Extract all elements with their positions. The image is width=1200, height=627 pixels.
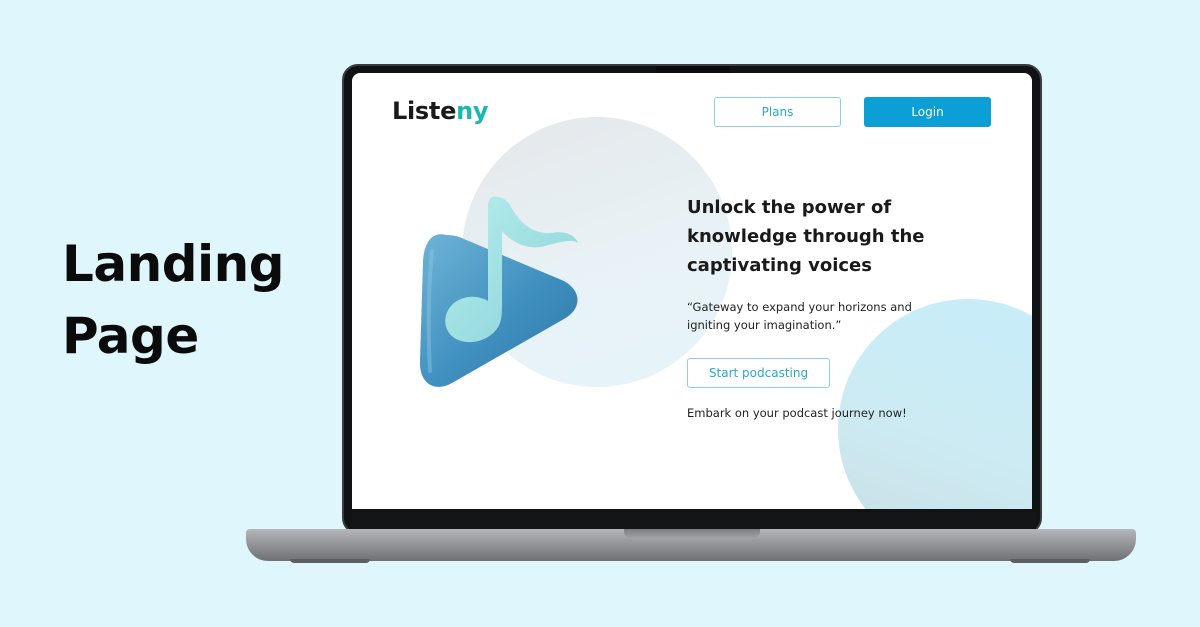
caption-line-1: Landing bbox=[62, 235, 285, 293]
start-podcasting-button[interactable]: Start podcasting bbox=[687, 358, 830, 388]
caption-line-2: Page bbox=[62, 307, 199, 365]
laptop-opening-groove bbox=[624, 529, 760, 539]
logo-text-main: Liste bbox=[392, 97, 457, 125]
play-music-note-icon bbox=[419, 196, 578, 387]
landing-page-caption: Landing Page bbox=[62, 228, 322, 372]
cta-note: Embark on your podcast journey now! bbox=[687, 406, 907, 420]
plans-button[interactable]: Plans bbox=[714, 97, 841, 127]
laptop-chin bbox=[352, 512, 1036, 530]
laptop-base bbox=[246, 529, 1136, 561]
login-button[interactable]: Login bbox=[864, 97, 991, 127]
hero-heading: Unlock the power of knowledge through th… bbox=[687, 197, 925, 276]
hero-quote: “Gateway to expand your horizons and ign… bbox=[687, 300, 912, 332]
laptop-foot-left bbox=[290, 559, 370, 563]
laptop-screen: Listeny Plans Login Unlock the power of … bbox=[352, 73, 1032, 509]
logo-text-accent: ny bbox=[456, 97, 489, 125]
laptop-foot-right bbox=[1010, 559, 1090, 563]
site-logo[interactable]: Listeny bbox=[392, 97, 489, 125]
